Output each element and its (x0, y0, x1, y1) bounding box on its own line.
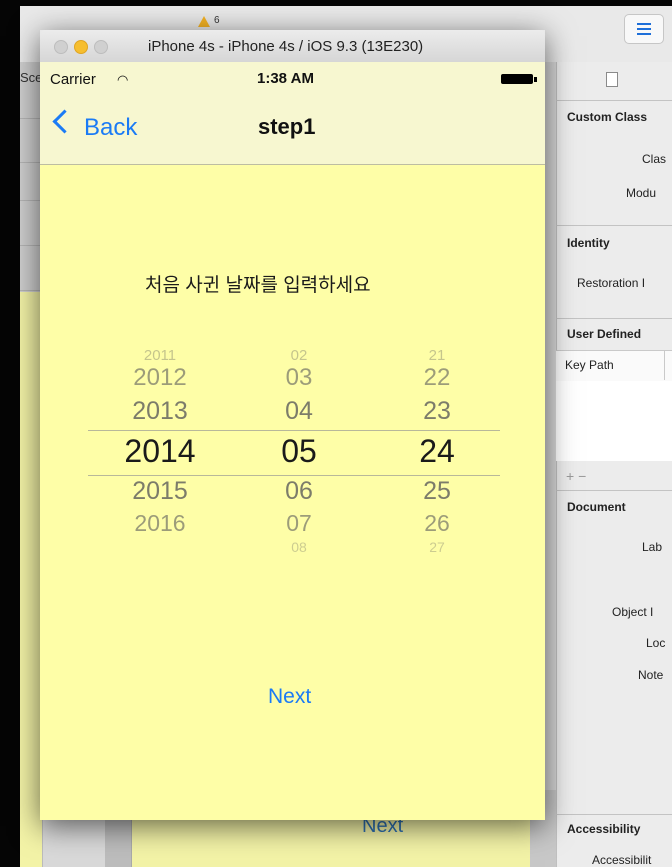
add-remove-attribute-buttons[interactable]: + − (566, 468, 586, 484)
document-header: Document (567, 500, 626, 514)
list-icon (637, 23, 651, 25)
file-icon[interactable] (606, 72, 618, 87)
picker-year-option[interactable]: 2011 (144, 347, 176, 364)
carrier-label: Carrier (50, 71, 96, 88)
user-defined-header: User Defined (567, 327, 642, 341)
battery-icon (501, 74, 533, 84)
module-label: Modu (626, 186, 657, 200)
lock-label: Loc (646, 636, 666, 650)
picker-month-option[interactable]: 02 (291, 347, 308, 364)
picker-month-option[interactable]: 08 (291, 539, 307, 555)
key-path-label: Key Path (565, 358, 614, 372)
simulator-title: iPhone 4s - iPhone 4s / iOS 9.3 (13E230) (148, 38, 424, 55)
zoom-window-button[interactable] (94, 40, 108, 54)
object-id-label: Object I (612, 605, 654, 619)
back-button[interactable]: Back (84, 114, 137, 142)
picker-day-selected[interactable]: 24 (419, 433, 455, 470)
accessibility-header: Accessibility (567, 822, 641, 836)
class-label: Clas (642, 152, 667, 166)
picker-month-option[interactable]: 06 (285, 477, 313, 506)
picker-day-option[interactable]: 25 (423, 477, 451, 506)
picker-selection-line (88, 475, 500, 476)
notes-label: Note (638, 668, 664, 682)
picker-day-option[interactable]: 21 (429, 347, 446, 364)
picker-month-selected[interactable]: 05 (281, 433, 317, 470)
close-window-button[interactable] (54, 40, 68, 54)
picker-day-option[interactable]: 23 (423, 397, 451, 426)
picker-year-option[interactable]: 2012 (133, 364, 186, 392)
utilities-toggle-button[interactable] (624, 14, 664, 44)
picker-day-option[interactable]: 22 (424, 364, 451, 392)
warning-icon[interactable] (198, 16, 210, 27)
identity-inspector (556, 62, 672, 867)
user-defined-attributes-table[interactable] (556, 381, 672, 461)
picker-year-option[interactable]: 2013 (132, 397, 188, 426)
picker-month-option[interactable]: 07 (286, 510, 312, 537)
picker-year-option[interactable]: 2015 (132, 477, 188, 506)
picker-month-option[interactable]: 04 (285, 397, 313, 426)
custom-class-header: Custom Class (567, 110, 648, 124)
identity-header: Identity (567, 236, 610, 250)
picker-day-option[interactable]: 26 (424, 510, 450, 537)
restoration-id-label: Restoration I (577, 276, 646, 290)
warning-count: 6 (214, 15, 220, 26)
picker-year-selected[interactable]: 2014 (124, 433, 195, 470)
status-time: 1:38 AM (257, 70, 314, 87)
wifi-icon: ◠ (117, 72, 129, 87)
picker-selection-line (88, 430, 500, 431)
picker-year-option[interactable]: 2016 (134, 510, 185, 537)
date-prompt: 처음 사귄 날짜를 입력하세요 (145, 275, 371, 296)
next-button[interactable]: Next (268, 685, 311, 709)
scene-preview-edge (20, 292, 42, 867)
nav-title: step1 (258, 114, 316, 139)
label-label: Lab (642, 540, 663, 554)
minimize-window-button[interactable] (74, 40, 88, 54)
accessibility-label: Accessibilit (592, 853, 652, 867)
picker-month-option[interactable]: 03 (286, 364, 313, 392)
picker-day-option[interactable]: 27 (429, 539, 445, 555)
